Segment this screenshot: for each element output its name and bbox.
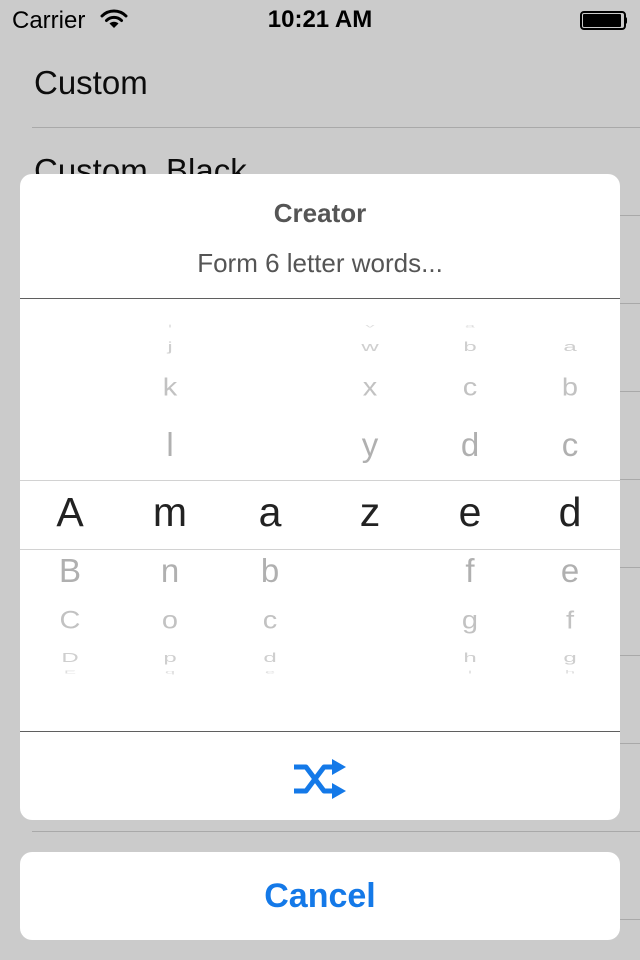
picker-selected-letter[interactable]: z bbox=[320, 492, 420, 533]
picker-column-6[interactable]: a b cdef g h bbox=[520, 299, 620, 731]
picker-option[interactable]: a bbox=[420, 324, 520, 329]
picker-column-2[interactable]: i j k lmno p q bbox=[120, 299, 220, 731]
picker-option[interactable]: d bbox=[420, 428, 520, 461]
picker-option[interactable]: D bbox=[20, 651, 120, 664]
picker-selected-letter[interactable]: d bbox=[520, 492, 620, 533]
picker-option[interactable]: w bbox=[320, 340, 420, 353]
picker-option[interactable]: n bbox=[120, 554, 220, 587]
picker-option[interactable]: f bbox=[420, 554, 520, 587]
picker-option[interactable]: i bbox=[420, 670, 520, 675]
picker-option[interactable]: E bbox=[20, 670, 120, 675]
picker-column-3[interactable]: abc d e bbox=[220, 299, 320, 731]
picker-selected-letter[interactable]: e bbox=[420, 492, 520, 533]
action-sheet: Creator Form 6 letter words... ABC D Ei j k l… bbox=[20, 174, 620, 820]
picker-option[interactable]: f bbox=[520, 609, 620, 634]
sheet-title: Creator bbox=[273, 198, 367, 228]
picker-option[interactable]: v bbox=[320, 324, 420, 329]
divider bbox=[20, 731, 620, 732]
letter-picker[interactable]: ABCDEijklmnopqabcdevwxyzabcdefghiabcdefg… bbox=[20, 299, 620, 731]
picker-option[interactable]: h bbox=[420, 651, 520, 664]
picker-option[interactable]: b bbox=[420, 340, 520, 353]
picker-option[interactable]: b bbox=[220, 554, 320, 587]
shuffle-button[interactable] bbox=[20, 733, 620, 820]
picker-option[interactable]: e bbox=[520, 554, 620, 587]
picker-option[interactable]: g bbox=[520, 651, 620, 664]
status-time: 10:21 AM bbox=[267, 6, 373, 33]
sheet-message: Form 6 letter words... bbox=[197, 248, 443, 278]
picker-selected-letter[interactable]: A bbox=[20, 492, 120, 533]
picker-option[interactable]: j bbox=[120, 340, 220, 353]
picker-option[interactable]: h bbox=[520, 670, 620, 675]
picker-option[interactable]: c bbox=[520, 428, 620, 461]
picker-option[interactable]: g bbox=[420, 609, 520, 634]
picker-option[interactable]: p bbox=[120, 651, 220, 664]
shuffle-icon bbox=[294, 759, 346, 799]
cancel-button[interactable]: Cancel bbox=[20, 852, 620, 940]
picker-option[interactable]: l bbox=[120, 428, 220, 461]
picker-option[interactable]: i bbox=[120, 324, 220, 329]
picker-option[interactable]: a bbox=[520, 340, 620, 353]
picker-option[interactable]: b bbox=[520, 376, 620, 401]
picker-option[interactable]: e bbox=[220, 670, 320, 675]
picker-option[interactable]: c bbox=[220, 609, 320, 634]
picker-column-1[interactable]: ABC D E bbox=[20, 299, 120, 731]
picker-option[interactable]: d bbox=[220, 651, 320, 664]
picker-selected-letter[interactable]: a bbox=[220, 492, 320, 533]
battery-icon bbox=[580, 11, 627, 30]
picker-option[interactable]: C bbox=[20, 609, 120, 634]
picker-option[interactable]: y bbox=[320, 428, 420, 461]
picker-column-4[interactable]: v w x yz bbox=[320, 299, 420, 731]
status-bar: Carrier 10:21 AM bbox=[0, 0, 640, 40]
picker-option[interactable]: q bbox=[120, 670, 220, 675]
picker-column-5[interactable]: a b c defg h i bbox=[420, 299, 520, 731]
picker-option[interactable]: x bbox=[320, 376, 420, 401]
list-item-label: Custom bbox=[34, 64, 148, 101]
list-item[interactable]: Custom bbox=[32, 40, 640, 128]
picker-option[interactable]: k bbox=[120, 376, 220, 401]
picker-option[interactable]: o bbox=[120, 609, 220, 634]
picker-selected-letter[interactable]: m bbox=[120, 492, 220, 533]
picker-option[interactable]: B bbox=[20, 554, 120, 587]
cancel-label: Cancel bbox=[264, 877, 376, 915]
picker-option[interactable]: c bbox=[420, 376, 520, 401]
